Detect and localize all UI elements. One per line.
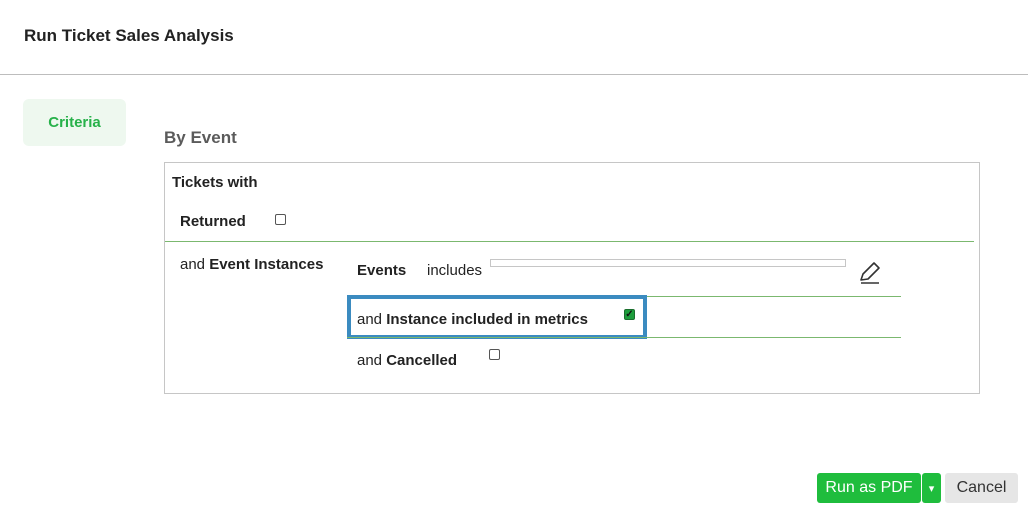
pencil-icon[interactable] [857,260,883,286]
page-title: Run Ticket Sales Analysis [24,26,234,45]
cancelled-checkbox[interactable] [489,349,500,360]
chevron-down-icon: ▾ [928,482,935,495]
cancelled-label: and Cancelled [357,352,458,369]
run-options-dropdown[interactable]: ▾ [922,473,941,503]
returned-checkbox[interactable] [275,214,286,225]
tab-criteria[interactable]: Criteria [23,99,126,146]
divider [347,337,901,338]
run-as-pdf-button[interactable]: Run as PDF [817,473,921,503]
dialog-header: Run Ticket Sales Analysis [0,0,1028,75]
divider [165,241,974,242]
tickets-with-label: Tickets with [172,174,258,191]
event-instances-label: and Event Instances [180,256,324,273]
highlight-box [347,295,647,339]
events-operator: includes [427,262,483,279]
criteria-panel: Tickets with Returned and Event Instance… [164,162,980,394]
events-field[interactable] [490,259,846,267]
cancel-button[interactable]: Cancel [945,473,1018,503]
section-title: By Event [164,128,237,147]
events-label: Events [357,262,407,279]
returned-label: Returned [180,213,246,230]
